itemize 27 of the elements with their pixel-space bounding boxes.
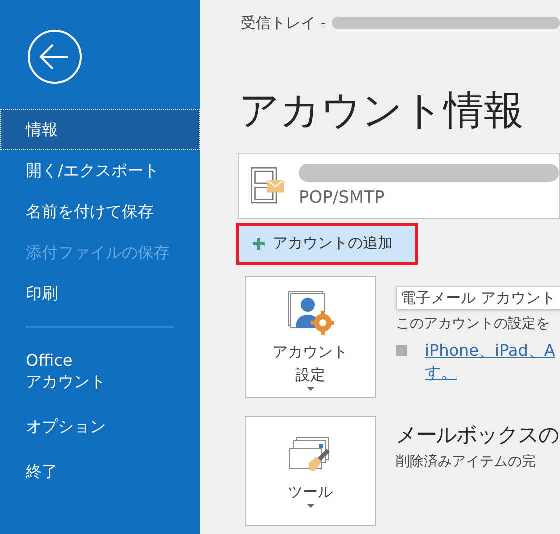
breadcrumb: 受信トレイ - xyxy=(241,13,326,34)
user-gear-icon xyxy=(288,290,334,334)
back-icon[interactable] xyxy=(28,30,82,84)
section-description: 削除済みアイテムの完 xyxy=(396,452,537,472)
sidebar-item[interactable]: 名前を付けて保存 xyxy=(0,191,200,232)
plus-icon xyxy=(253,238,265,250)
sidebar-item[interactable]: 開く/エクスポート xyxy=(0,150,200,191)
section-description: このアカウントの設定を xyxy=(396,314,551,334)
link[interactable]: す。 xyxy=(425,362,556,384)
tooltip: 電子メール アカウント xyxy=(396,286,560,310)
add-account-button[interactable]: アカウントの追加 xyxy=(236,222,418,264)
sidebar-item[interactable]: 終了 xyxy=(0,451,200,492)
link[interactable]: iPhone、iPad、A xyxy=(425,340,556,362)
sidebar-item[interactable]: オプション xyxy=(0,406,200,447)
mail-brush-icon xyxy=(288,436,332,472)
page-heading: アカウント情報 xyxy=(238,86,525,134)
account-card[interactable]: POP/SMTP xyxy=(238,152,560,218)
sidebar-item[interactable]: Office アカウント xyxy=(0,340,200,402)
bullet-icon xyxy=(396,344,407,356)
sidebar-item[interactable]: 情報 xyxy=(0,109,200,150)
section-title: メールボックスの xyxy=(396,422,559,448)
account-settings-button[interactable]: アカウント 設定 xyxy=(245,276,376,398)
caret-icon xyxy=(306,504,314,508)
sidebar-item[interactable]: 印刷 xyxy=(0,273,200,314)
tools-button[interactable]: ツール xyxy=(245,416,376,526)
caret-icon xyxy=(306,386,314,390)
account-type: POP/SMTP xyxy=(299,188,386,208)
